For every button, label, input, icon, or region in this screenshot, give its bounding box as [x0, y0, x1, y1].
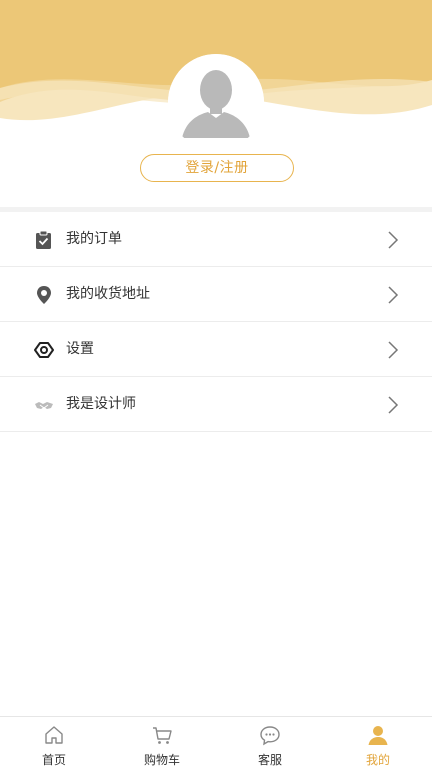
- tab-home[interactable]: 首页: [0, 717, 108, 768]
- menu-item-label: 我的订单: [66, 231, 122, 247]
- tab-label: 首页: [41, 753, 66, 767]
- tab-cart[interactable]: 购物车: [108, 717, 216, 768]
- tab-label: 购物车: [143, 753, 180, 767]
- profile-menu: 我的订单 我的收货地址 设置 我是设计师: [0, 212, 432, 432]
- menu-item-my-orders[interactable]: 我的订单: [0, 212, 432, 267]
- login-register-button[interactable]: 登录/注册: [140, 154, 294, 182]
- chevron-right-icon: [386, 230, 400, 250]
- handshake-icon: [34, 395, 54, 415]
- person-icon: [367, 724, 389, 746]
- profile-header: 登录/注册: [0, 0, 432, 208]
- chevron-right-icon: [386, 285, 400, 305]
- chat-bubble-icon: [259, 724, 281, 746]
- cart-icon: [151, 724, 173, 746]
- home-icon: [43, 724, 65, 746]
- menu-item-label: 设置: [66, 341, 94, 357]
- tab-customer-service[interactable]: 客服: [216, 717, 324, 768]
- menu-item-label: 我的收货地址: [66, 286, 150, 302]
- tab-label: 我的: [365, 753, 390, 767]
- menu-item-settings[interactable]: 设置: [0, 322, 432, 377]
- menu-item-shipping-address[interactable]: 我的收货地址: [0, 267, 432, 322]
- location-pin-icon: [34, 285, 54, 305]
- tab-label: 客服: [257, 753, 282, 767]
- avatar[interactable]: [168, 54, 264, 150]
- chevron-right-icon: [386, 340, 400, 360]
- clipboard-check-icon: [34, 230, 54, 250]
- default-avatar-icon: [168, 54, 264, 150]
- chevron-right-icon: [386, 395, 400, 415]
- bottom-tab-bar: 首页 购物车 客服 我的: [0, 716, 432, 768]
- menu-item-designer[interactable]: 我是设计师: [0, 377, 432, 432]
- tab-mine[interactable]: 我的: [324, 717, 432, 768]
- gear-icon: [34, 340, 54, 360]
- menu-item-label: 我是设计师: [66, 396, 136, 412]
